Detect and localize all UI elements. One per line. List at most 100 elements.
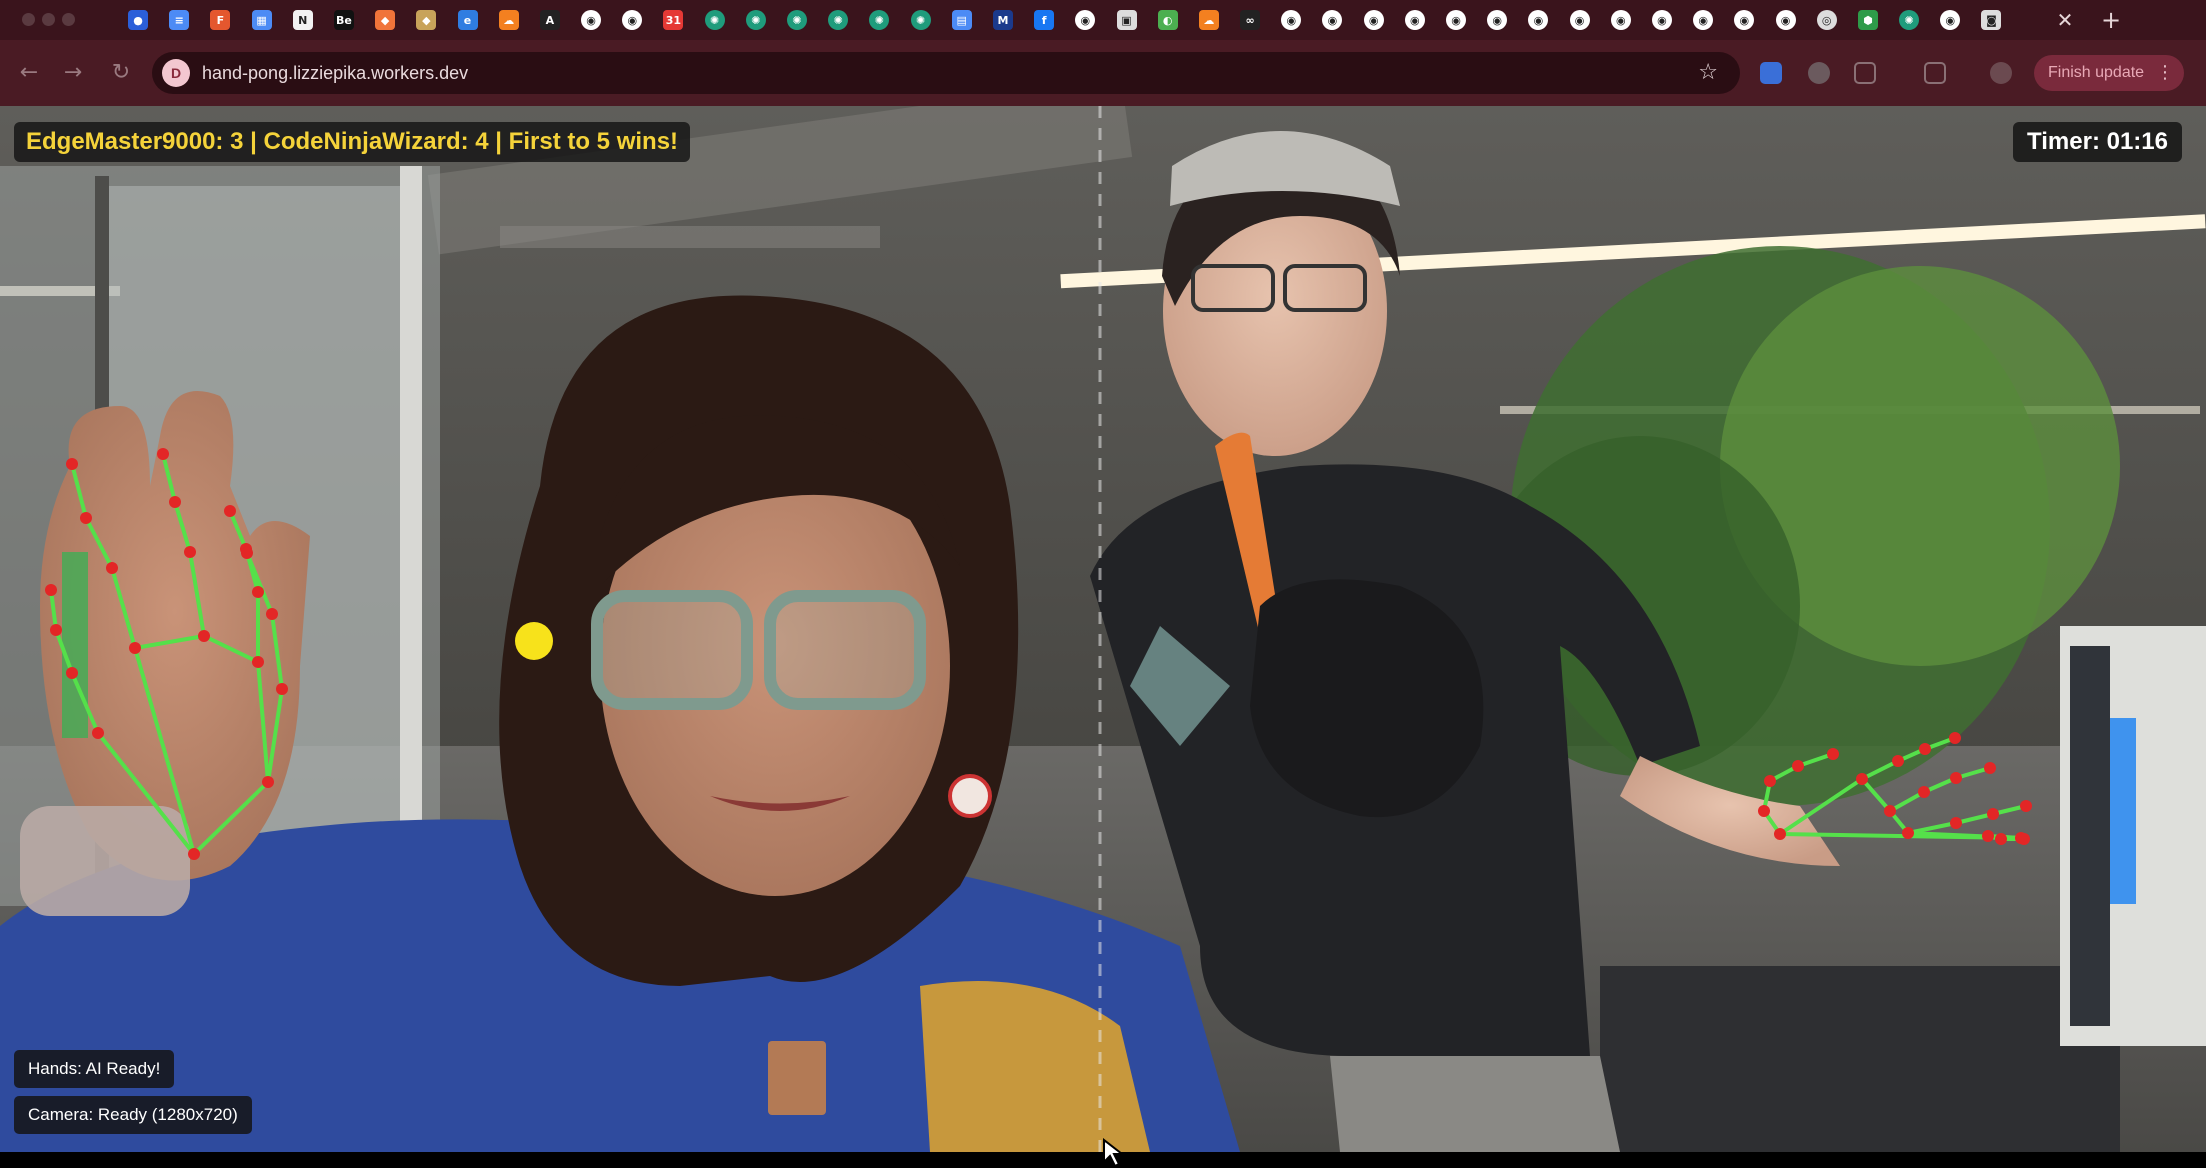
extensions-puzzle-icon[interactable]	[1854, 62, 1876, 84]
extension-pin-icon[interactable]	[1760, 62, 1782, 84]
hand-connection	[133, 647, 196, 855]
hand-landmark	[169, 496, 181, 508]
github-icon[interactable]: ◉	[1775, 10, 1796, 30]
calendar-icon[interactable]: ▦	[251, 10, 272, 30]
hand-connection	[1861, 759, 1899, 781]
reload-icon[interactable]: ↻	[106, 58, 136, 88]
openai-icon[interactable]: ✺	[704, 10, 725, 30]
map-pin-icon[interactable]: ●	[128, 10, 148, 30]
hand-landmark	[276, 683, 288, 695]
cloudflare-icon[interactable]: ☁	[498, 10, 519, 30]
hand-landmark	[224, 505, 236, 517]
hand-connection	[188, 551, 206, 637]
be-icon[interactable]: Be	[333, 10, 354, 30]
github-icon[interactable]: ◉	[1940, 10, 1961, 30]
github-icon[interactable]: ◉	[1569, 10, 1590, 30]
window-maximize-button[interactable]	[62, 13, 75, 26]
window-close-button[interactable]	[22, 13, 35, 26]
hand-landmark	[1827, 748, 1839, 760]
profile-avatar[interactable]	[1990, 62, 2012, 84]
side-panel-icon[interactable]	[1924, 62, 1946, 84]
github-icon[interactable]: ◉	[1446, 10, 1466, 30]
cloudflare-icon[interactable]: ☁	[1198, 10, 1219, 30]
hand-landmark	[198, 630, 210, 642]
back-icon[interactable]: ←	[14, 58, 44, 88]
openai-icon[interactable]: ✺	[869, 10, 890, 30]
hand-landmark	[1758, 805, 1770, 817]
forward-icon[interactable]: →	[58, 58, 88, 88]
camera-icon[interactable]: ◙	[1981, 10, 2002, 30]
facebook-icon[interactable]: f	[1034, 10, 1055, 30]
github-icon[interactable]: ◉	[1322, 10, 1343, 30]
openai-icon[interactable]: ✺	[910, 10, 931, 30]
close-tab-icon[interactable]: ✕	[2050, 4, 2080, 36]
notion-icon[interactable]: N	[292, 10, 313, 30]
hand-landmark	[66, 458, 78, 470]
photo-icon[interactable]: ▣	[1116, 10, 1137, 30]
hand-landmark	[1856, 773, 1868, 785]
extension-record-icon[interactable]	[1808, 62, 1830, 84]
hand-connection	[70, 463, 88, 519]
calendar-31-icon[interactable]: 31	[663, 10, 684, 30]
hand-connection	[266, 688, 284, 783]
hand-connection	[110, 567, 137, 649]
hand-connection	[203, 634, 259, 664]
openai-icon[interactable]: ✺	[787, 10, 807, 30]
hand-landmark	[241, 547, 253, 559]
github-icon[interactable]: ◉	[1281, 10, 1302, 30]
edge-icon[interactable]: e	[457, 10, 478, 30]
hand-connection	[84, 517, 114, 569]
openai-icon[interactable]: ✺	[828, 10, 849, 30]
bookmark-star-icon[interactable]: ☆	[1698, 52, 1718, 94]
gemini-icon[interactable]: ◐	[1157, 10, 1178, 30]
right-hand-skeleton	[1758, 732, 2032, 845]
figma-icon[interactable]: F	[210, 10, 231, 30]
finish-update-button[interactable]: Finish update ⋮	[2034, 55, 2184, 91]
window-minimize-button[interactable]	[42, 13, 55, 26]
hand-landmark	[2020, 800, 2032, 812]
menu-kebab-icon[interactable]: ⋮	[2156, 55, 2174, 91]
game-viewport[interactable]: EdgeMaster9000: 3 | CodeNinjaWizard: 4 |…	[0, 106, 2206, 1152]
disk-icon[interactable]: ◎	[1816, 10, 1837, 30]
github-icon[interactable]: ◉	[1487, 10, 1508, 30]
mlb-icon[interactable]: M	[992, 10, 1013, 30]
github-icon[interactable]: ◉	[1404, 10, 1425, 30]
camera-status: Camera: Ready (1280x720)	[14, 1096, 252, 1134]
github-icon[interactable]: ◉	[1528, 10, 1549, 30]
hand-landmark	[1774, 828, 1786, 840]
hand-landmark	[1995, 833, 2007, 845]
github-icon[interactable]: ◉	[622, 10, 643, 30]
github-icon[interactable]: ◉	[581, 10, 602, 30]
hand-landmark	[1982, 830, 1994, 842]
hand-connection	[1860, 777, 1892, 813]
github-icon[interactable]: ◉	[1734, 10, 1755, 30]
github-icon[interactable]: ◉	[1610, 10, 1631, 30]
extension-icon[interactable]: ⬢	[1857, 10, 1878, 30]
openai-icon[interactable]: ✺	[1899, 10, 1920, 30]
hand-connection	[49, 589, 58, 631]
github-icon[interactable]: ◉	[1075, 10, 1096, 30]
github-icon[interactable]: ◉	[1693, 10, 1714, 30]
shield-icon[interactable]: ◆	[416, 10, 437, 30]
github-icon[interactable]: ◉	[1651, 10, 1672, 30]
hand-landmark	[66, 667, 78, 679]
brave-icon[interactable]: ◆	[375, 10, 396, 30]
new-tab-button[interactable]: +	[2096, 4, 2126, 36]
hand-landmark	[92, 727, 104, 739]
hand-landmark	[1987, 808, 1999, 820]
hand-connection	[161, 453, 177, 503]
site-info-icon[interactable]: D	[162, 59, 190, 87]
docs-icon[interactable]: ≡	[169, 10, 190, 30]
doc-icon[interactable]: ▤	[951, 10, 972, 30]
tab-strip: ● ≡ F ▦ N Be ◆ ◆ e ☁ A ◉ ◉ 31 ✺ ✺ ✺ ✺ ✺ ✺ ▤ Mf ◉ ▣ ◐ ☁ ∞ ◉ ◉ ◉ ◉ ◉ ◉ ◉ ◉ ◉ ◉…	[0, 0, 2206, 40]
hn-icon[interactable]: ∞	[1240, 10, 1261, 30]
api-icon[interactable]: A	[539, 10, 560, 30]
github-icon[interactable]: ◉	[1363, 10, 1384, 30]
hand-connection	[96, 731, 196, 856]
finish-update-label: Finish update	[2048, 64, 2145, 81]
hand-landmark	[252, 656, 264, 668]
address-bar[interactable]: D hand-pong.lizziepika.workers.dev ☆	[152, 52, 1740, 94]
openai-icon[interactable]: ✺	[745, 10, 766, 30]
url-text[interactable]: hand-pong.lizziepika.workers.dev	[202, 52, 468, 94]
hand-connection	[134, 634, 205, 650]
